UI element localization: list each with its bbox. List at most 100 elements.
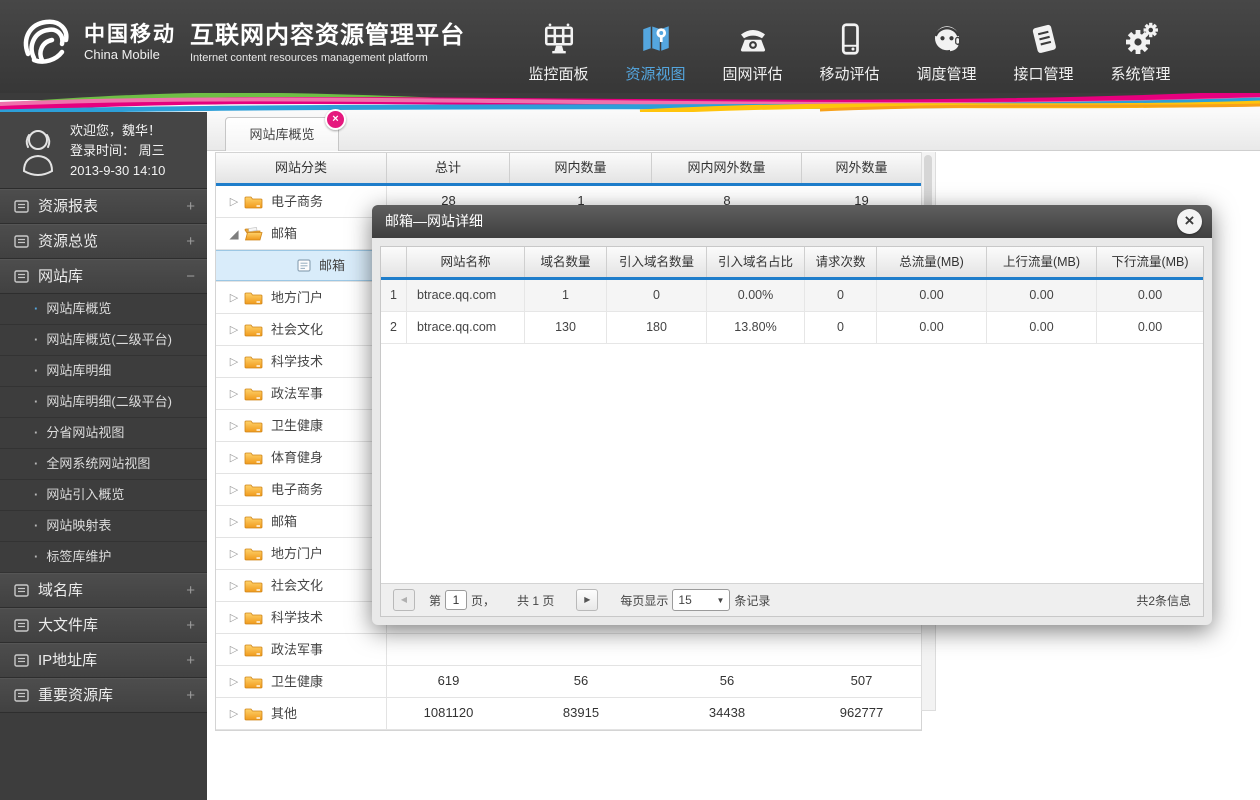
folder-icon	[244, 323, 263, 337]
app-window: 中国移动 China Mobile 互联网内容资源管理平台 Internet c…	[0, 0, 1260, 800]
category-label: 电子商务	[271, 193, 324, 209]
detail-row[interactable]: 1 btrace.qq.com 1 0 0.00% 0 0.00 0.00 0.00	[381, 280, 1203, 312]
tree-expand-icon[interactable]: ▷	[227, 699, 241, 729]
category-row[interactable]: ▷ 卫生健康 619 56 56 507	[216, 666, 921, 698]
sidebar-item-label: 全网系统网站视图	[46, 456, 151, 471]
tree-expand-icon[interactable]: ▷	[227, 411, 241, 441]
detail-column-header[interactable]: 下行流量(MB)	[1097, 247, 1203, 277]
collapse-icon[interactable]: −	[186, 260, 195, 293]
category-label: 社会文化	[271, 321, 324, 337]
category-row[interactable]: ▷ 政法军事	[216, 634, 921, 666]
column-header[interactable]: 网外数量	[802, 153, 921, 183]
sidebar-item[interactable]: · 全网系统网站视图	[0, 449, 207, 480]
column-header[interactable]: 网内网外数量	[652, 153, 802, 183]
detail-column-header[interactable]: 请求次数	[805, 247, 877, 277]
folder-icon	[244, 707, 263, 721]
sidebar-section-label: 网站库	[38, 268, 84, 285]
detail-column-header[interactable]: 引入域名占比	[707, 247, 805, 277]
sidebar-section-1[interactable]: 资源总览 +	[0, 224, 207, 259]
nav-item-dashboard[interactable]: 监控面板	[510, 11, 607, 84]
detail-column-header[interactable]: 引入域名数量	[607, 247, 707, 277]
detail-column-header[interactable]: 上行流量(MB)	[987, 247, 1097, 277]
sidebar-section-5[interactable]: IP地址库 +	[0, 643, 207, 678]
sidebar-item-label: 网站库概览(二级平台)	[46, 332, 173, 347]
tree-expand-icon[interactable]: ▷	[227, 315, 241, 345]
sidebar-submenu: · 网站库概览 · 网站库概览(二级平台) · 网站库明细 · 网站库明细(二级…	[0, 294, 207, 573]
sidebar-item[interactable]: · 网站映射表	[0, 511, 207, 542]
detail-column-header[interactable]: 域名数量	[525, 247, 607, 277]
tree-expand-icon[interactable]: ▷	[227, 539, 241, 569]
column-header[interactable]: 总计	[387, 153, 510, 183]
per-page-select[interactable]: 15 ▼	[672, 589, 731, 611]
expand-icon[interactable]: +	[186, 190, 195, 223]
nav-item-gears[interactable]: 系统管理	[1092, 11, 1189, 84]
folder-icon	[244, 419, 263, 433]
tab-website-overview[interactable]: 网站库概览 ×	[225, 109, 346, 151]
bullet-icon: ·	[34, 363, 39, 378]
page-prefix: 第	[429, 593, 442, 608]
detail-column-header[interactable]: 网站名称	[407, 247, 525, 277]
category-row[interactable]: ▷ 其他 1081120 83915 34438 962777	[216, 698, 921, 730]
tree-expand-icon[interactable]: ▷	[227, 443, 241, 473]
phone-icon	[704, 11, 801, 57]
nav-item-document[interactable]: 接口管理	[995, 11, 1092, 84]
column-header[interactable]: 网内数量	[510, 153, 652, 183]
category-label: 政法军事	[271, 385, 324, 401]
sidebar: 欢迎您，魏华！ 登录时间： 周三 2013-9-30 14:10 资源报表 + …	[0, 112, 207, 800]
tree-expand-icon[interactable]: ▷	[227, 187, 241, 217]
folder-icon	[244, 547, 263, 561]
tree-expand-icon[interactable]: ▷	[227, 475, 241, 505]
sidebar-section-4[interactable]: 大文件库 +	[0, 608, 207, 643]
sidebar-section-6[interactable]: 重要资源库 +	[0, 678, 207, 713]
sidebar-item[interactable]: · 分省网站视图	[0, 418, 207, 449]
sidebar-item-label: 网站库概览	[46, 301, 112, 316]
sidebar-section-label: 域名库	[38, 582, 84, 599]
column-header[interactable]: 网站分类	[216, 153, 387, 183]
detail-column-header[interactable]: 总流量(MB)	[877, 247, 987, 277]
sidebar-item[interactable]: · 标签库维护	[0, 542, 207, 573]
tree-expand-icon[interactable]: ▷	[227, 603, 241, 633]
expand-icon[interactable]: +	[186, 574, 195, 607]
sidebar-item[interactable]: · 网站库概览(二级平台)	[0, 325, 207, 356]
detail-value: 1	[525, 280, 607, 311]
record-count-info: 共2条信息	[1136, 593, 1191, 608]
tree-expand-icon[interactable]: ▷	[227, 571, 241, 601]
sidebar-section-label: 大文件库	[38, 617, 99, 634]
tree-expand-icon[interactable]: ▷	[227, 347, 241, 377]
dashboard-icon	[510, 11, 607, 57]
page-input[interactable]	[445, 590, 468, 610]
next-page-button[interactable]: ▶	[576, 589, 599, 611]
nav-item-map[interactable]: 资源视图	[607, 11, 704, 84]
expand-icon[interactable]: +	[186, 225, 195, 258]
nav-item-mobile[interactable]: 移动评估	[801, 11, 898, 84]
dialog-title-bar[interactable]: 邮箱—网站详细 ×	[372, 205, 1212, 238]
tree-expand-icon[interactable]: ▷	[227, 507, 241, 537]
expand-icon[interactable]: +	[186, 679, 195, 712]
detail-row[interactable]: 2 btrace.qq.com 130 180 13.80% 0 0.00 0.00 0.00	[381, 312, 1203, 344]
nav-item-phone[interactable]: 固网评估	[704, 11, 801, 84]
expand-icon[interactable]: +	[186, 609, 195, 642]
sidebar-section-2[interactable]: 网站库 −	[0, 259, 207, 294]
user-panel: 欢迎您，魏华！ 登录时间： 周三 2013-9-30 14:10	[0, 112, 207, 189]
sidebar-section-3[interactable]: 域名库 +	[0, 573, 207, 608]
tree-collapse-icon[interactable]: ◢	[227, 219, 241, 249]
tree-expand-icon[interactable]: ▷	[227, 379, 241, 409]
sidebar-item[interactable]: · 网站库明细	[0, 356, 207, 387]
detail-column-header[interactable]	[381, 247, 407, 277]
prev-page-button[interactable]: ◀	[393, 589, 415, 611]
nav-item-headset[interactable]: 调度管理	[898, 11, 995, 84]
sidebar-item[interactable]: · 网站库明细(二级平台)	[0, 387, 207, 418]
tree-expand-icon[interactable]: ▷	[227, 635, 241, 665]
sidebar-item[interactable]: · 网站引入概览	[0, 480, 207, 511]
dialog-close-icon[interactable]: ×	[1177, 209, 1202, 234]
detail-value: 0.00	[877, 312, 987, 343]
tree-expand-icon[interactable]: ▷	[227, 667, 241, 697]
tab-close-icon[interactable]: ×	[325, 109, 346, 130]
expand-icon[interactable]: +	[186, 644, 195, 677]
tree-expand-icon[interactable]: ▷	[227, 283, 241, 313]
sidebar-item[interactable]: · 网站库概览	[0, 294, 207, 325]
sidebar-menu: 资源报表 + 资源总览 + 网站库 − · 网站库概览 · 网站库概览(二级平台…	[0, 189, 207, 713]
list-doc-icon	[14, 619, 29, 632]
detail-value: 130	[525, 312, 607, 343]
sidebar-section-0[interactable]: 资源报表 +	[0, 189, 207, 224]
